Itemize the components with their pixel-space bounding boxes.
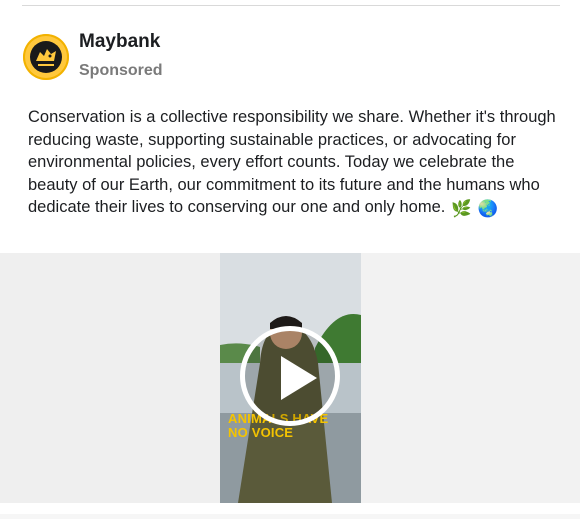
post-body-text: Conservation is a collective responsibil…: [28, 108, 556, 217]
page-name-link[interactable]: Maybank: [79, 30, 163, 54]
globe-emoji-icon: 🌏: [477, 200, 499, 219]
post-text: Conservation is a collective responsibil…: [28, 106, 563, 221]
media-area: ANIMALS HAVE NO VOICE: [0, 253, 580, 503]
sponsored-label[interactable]: Sponsored: [79, 58, 163, 84]
herb-emoji-icon: 🌿: [451, 200, 472, 219]
tiger-logo-icon: [30, 41, 62, 73]
card-bottom-border: [0, 514, 580, 519]
video-player[interactable]: ANIMALS HAVE NO VOICE: [220, 253, 361, 503]
card-top-border: [22, 5, 560, 6]
post-header: Maybank Sponsored: [23, 30, 163, 84]
media-padding-left: [0, 253, 220, 503]
play-icon: [281, 356, 317, 400]
media-padding-right: [361, 253, 580, 503]
play-button[interactable]: [240, 326, 340, 426]
maybank-logo-avatar[interactable]: [23, 34, 69, 80]
